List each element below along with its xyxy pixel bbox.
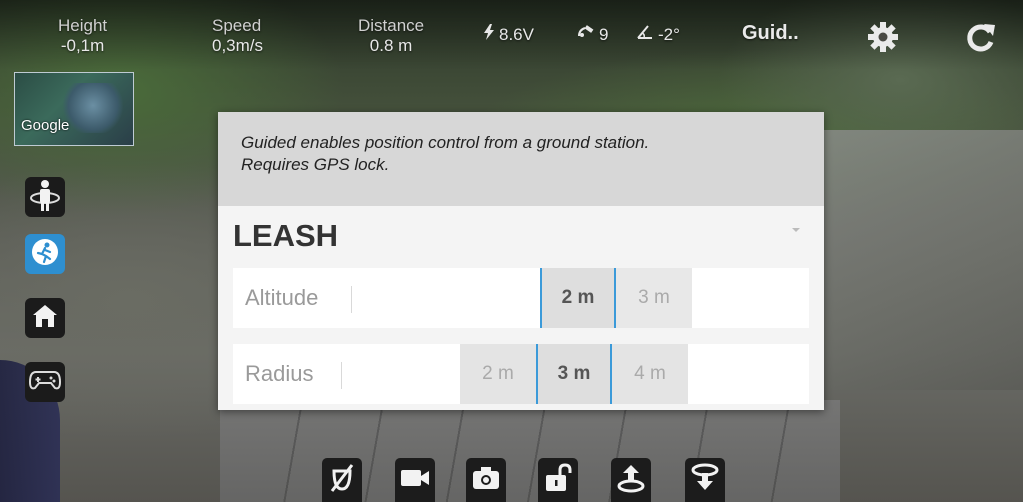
home-button[interactable] [25,298,65,338]
radius-option-3m[interactable]: 3 m [536,344,612,404]
tilt-angle-icon [636,24,654,45]
take-photo-button[interactable] [466,458,506,502]
map-thumbnail[interactable]: Google [14,72,134,146]
background-pavement [220,400,840,502]
settings-gear-icon[interactable] [866,20,900,54]
gimbal-toggle-button[interactable] [322,458,362,502]
height-readout: Height -0,1m [58,16,107,56]
gimbal-off-icon [328,463,356,498]
altitude-setting-row: Altitude 2 m 3 m [233,268,809,328]
battery-status: 8.6V [483,24,534,45]
arm-toggle-button[interactable] [538,458,578,502]
video-camera-icon [400,468,430,493]
mode-description: Guided enables position control from a g… [218,112,824,206]
description-line-1: Guided enables position control from a g… [241,133,650,152]
joystick-button[interactable] [25,362,65,402]
mode-title: LEASH [233,218,339,253]
home-icon [31,303,59,334]
land-icon [690,463,720,498]
refresh-icon[interactable] [964,20,998,54]
takeoff-button[interactable] [611,458,651,502]
radius-label: Radius [245,361,314,386]
orbit-person-icon [29,178,61,217]
altitude-option-2m[interactable]: 2 m [540,268,616,328]
land-button[interactable] [685,458,725,502]
record-video-button[interactable] [395,458,435,502]
gamepad-icon [28,368,62,397]
flight-mode-dialog: Guided enables position control from a g… [218,112,824,410]
radius-selector[interactable]: 2 m 3 m 4 m [460,344,688,404]
height-label: Height [58,16,108,35]
altitude-selector[interactable]: 2 m 3 m [540,268,692,328]
map-watermark: Google [21,117,70,134]
radius-option-4m[interactable]: 4 m [612,344,688,404]
background-wall [793,130,1023,390]
radius-setting-row: Radius 2 m 3 m 4 m [233,344,809,404]
description-line-2: Requires GPS lock. [241,155,390,174]
speed-value: 0,3m/s [212,36,264,55]
altitude-option-3m[interactable]: 3 m [616,268,692,328]
orbit-mode-button[interactable] [25,177,65,217]
battery-bolt-icon [483,24,495,45]
chevron-down-icon[interactable] [792,228,800,232]
mode-title-row[interactable]: LEASH [218,206,824,260]
speed-label: Speed [212,16,262,35]
satellite-status: 9 [577,24,608,45]
speed-readout: Speed 0,3m/s [212,16,263,56]
follow-me-button[interactable] [25,234,65,274]
label-divider [351,286,352,313]
tilt-status: -2° [636,24,680,45]
follow-me-icon [30,237,60,272]
photo-camera-icon [472,466,500,495]
tilt-value: -2° [658,24,680,44]
radius-option-2m[interactable]: 2 m [460,344,536,404]
label-divider [341,362,342,389]
distance-label: Distance [358,16,425,35]
unlock-icon [544,462,572,498]
distance-readout: Distance 0.8 m [358,16,424,56]
altitude-label: Altitude [245,285,319,310]
satellite-count: 9 [599,24,609,44]
map-image [63,83,123,133]
distance-value: 0.8 m [369,36,413,55]
satellite-icon [577,24,595,45]
battery-voltage: 8.6V [499,24,534,44]
flight-mode-selector[interactable]: Guid.. [742,22,799,45]
height-value: -0,1m [60,36,105,55]
takeoff-icon [616,463,646,498]
